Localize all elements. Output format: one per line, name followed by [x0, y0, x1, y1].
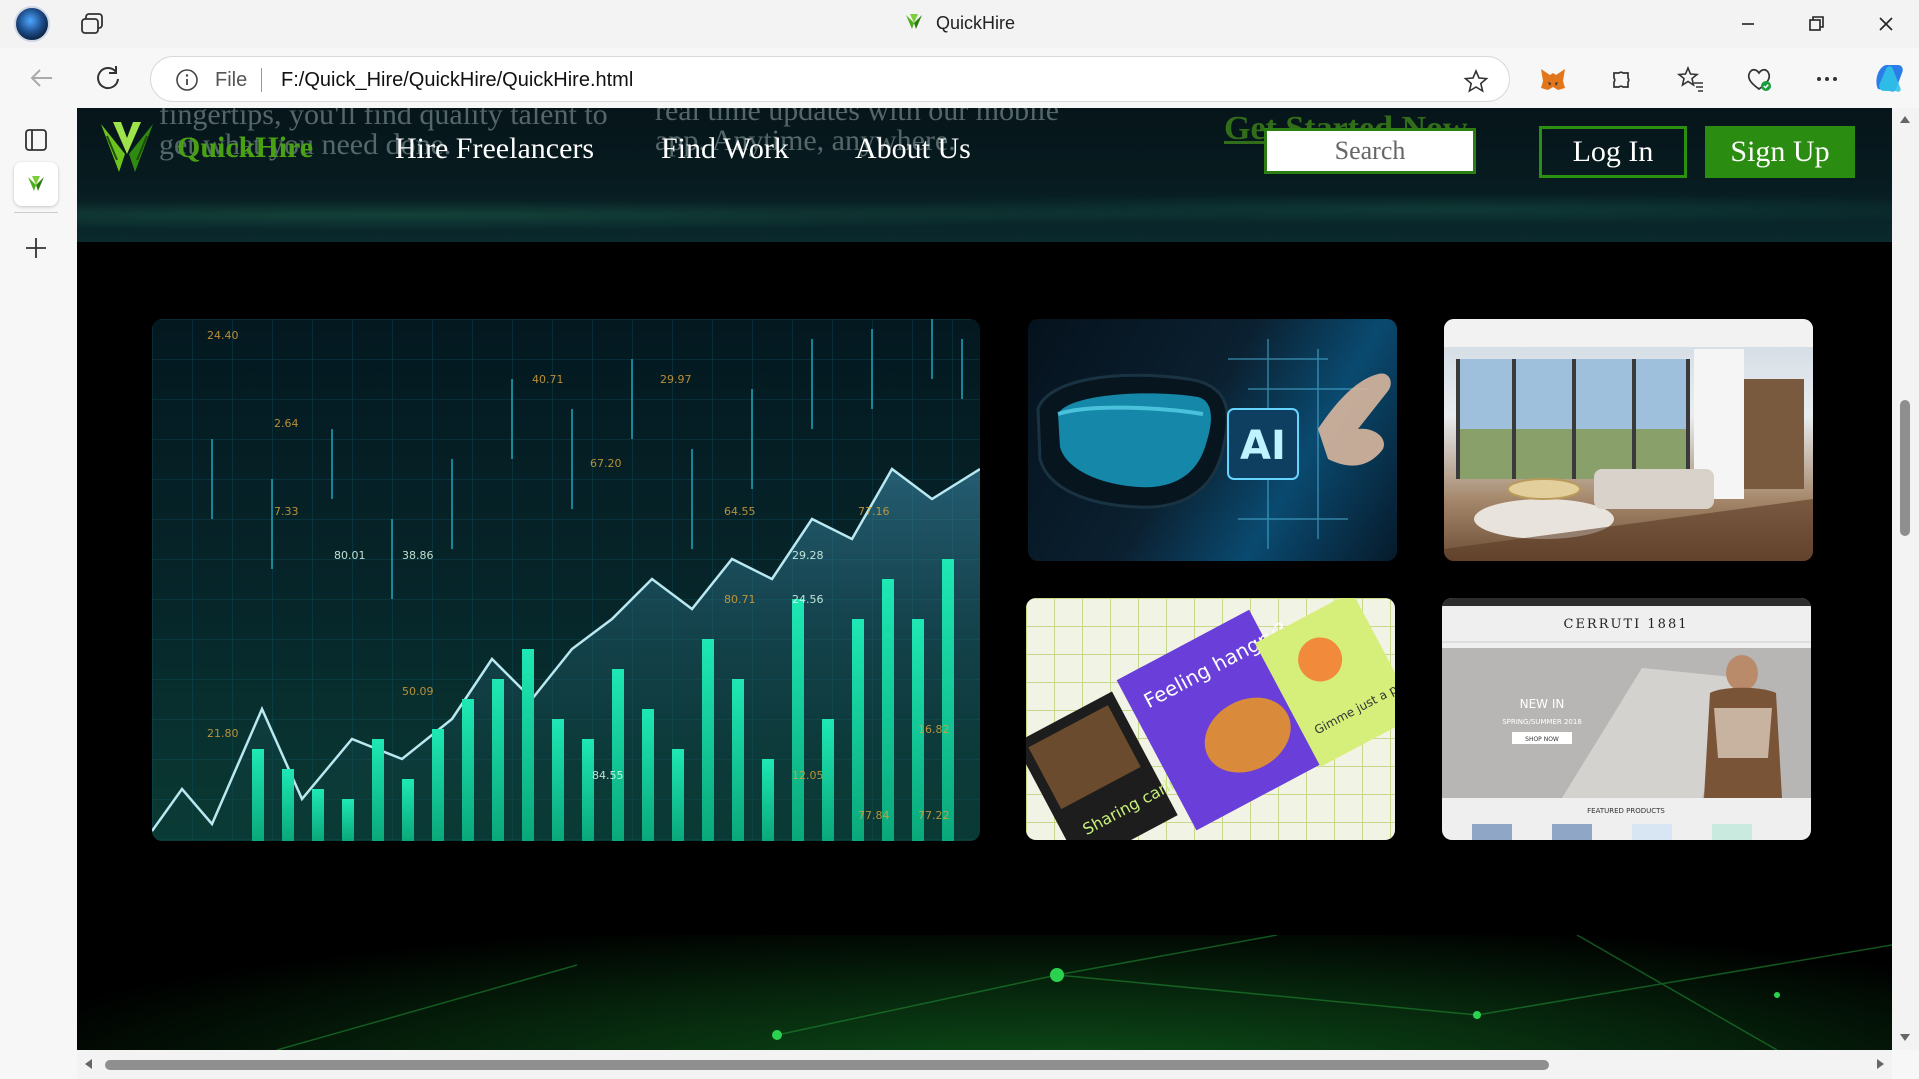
- cerruti-shop-now: SHOP NOW: [1525, 736, 1559, 743]
- browser-essentials-icon[interactable]: [1744, 64, 1774, 94]
- horizontal-scroll-thumb[interactable]: [105, 1060, 1549, 1070]
- chart-label: 80.01: [334, 549, 366, 562]
- chart-label: 24.40: [207, 329, 239, 342]
- scheme-label: File: [215, 69, 248, 91]
- cerruti-featured: FEATURED PRODUCTS: [1587, 807, 1665, 815]
- chart-label: 64.55: [724, 505, 756, 518]
- header-glow: [77, 188, 1892, 242]
- chart-label: 29.97: [660, 373, 692, 386]
- gallery-card-cerruti[interactable]: CERRUTI 1881 NEW IN SPRING/SUMMER 2018 S…: [1442, 598, 1811, 840]
- network-graphic: [276, 934, 1892, 1050]
- site-header: fingertips, you'll find quality talent t…: [77, 108, 1892, 242]
- chart-label: 29.28: [792, 549, 824, 562]
- scroll-down-arrow-icon[interactable]: [1900, 1034, 1910, 1041]
- address-bar[interactable]: File F:/Quick_Hire/QuickHire/QuickHire.h…: [150, 56, 1510, 102]
- vertical-tabs-icon[interactable]: [14, 118, 58, 162]
- site-info-icon[interactable]: [175, 68, 199, 92]
- chart-label: 7.33: [274, 505, 299, 518]
- chart-label: 67.20: [590, 457, 622, 470]
- scroll-right-arrow-icon[interactable]: [1877, 1059, 1884, 1069]
- brand-name[interactable]: QuickHire: [177, 131, 313, 165]
- favorites-icon[interactable]: [1676, 64, 1706, 94]
- ai-glasses-image: AI: [1036, 339, 1391, 549]
- sidebar-divider: [14, 212, 58, 213]
- chart-label: 24.56: [792, 593, 824, 606]
- restore-icon[interactable]: [1802, 10, 1830, 38]
- back-icon[interactable]: [26, 62, 58, 94]
- page-viewport: fingertips, you'll find quality talent t…: [77, 108, 1892, 1050]
- gallery-card-flyers[interactable]: Sharing caring Feeling hangry? Gimme jus…: [1026, 598, 1395, 840]
- horizontal-scrollbar[interactable]: [77, 1050, 1892, 1079]
- cerruti-new-in: NEW IN: [1520, 697, 1565, 711]
- chart-label: 2.64: [274, 417, 299, 430]
- chart-label: 12.05: [792, 769, 824, 782]
- metamask-extension-icon[interactable]: [1538, 64, 1568, 94]
- chart-label: 84.55: [592, 769, 624, 782]
- cerruti-site-image: CERRUTI 1881 NEW IN SPRING/SUMMER 2018 S…: [1442, 598, 1811, 840]
- address-separator: [261, 68, 262, 92]
- nav-about-us[interactable]: About Us: [855, 132, 971, 166]
- gallery-card-interior[interactable]: [1444, 319, 1813, 561]
- minimize-icon[interactable]: [1734, 10, 1762, 38]
- site-favicon-icon: [905, 14, 922, 29]
- chart-label: 77.84: [858, 809, 890, 822]
- vertical-scroll-thumb[interactable]: [1900, 400, 1910, 536]
- chart-label: 38.86: [402, 549, 434, 562]
- new-tab-plus-icon[interactable]: [14, 226, 58, 270]
- browser-toolbar: File F:/Quick_Hire/QuickHire/QuickHire.h…: [0, 48, 1919, 108]
- signup-button[interactable]: Sign Up: [1705, 126, 1855, 178]
- site-favicon-icon: [28, 176, 44, 191]
- nav-hire-freelancers[interactable]: Hire Freelancers: [395, 132, 594, 166]
- tab-title: QuickHire: [935, 13, 1015, 33]
- interior-image: [1444, 319, 1813, 561]
- chart-label: 16.82: [918, 723, 950, 736]
- chart-label: 40.71: [532, 373, 564, 386]
- login-button[interactable]: Log In: [1539, 126, 1687, 178]
- browser-titlebar: QuickHire: [0, 0, 1919, 48]
- chart-label: 21.80: [207, 727, 239, 740]
- ai-label: AI: [1240, 423, 1286, 469]
- stock-chart-image: 24.40 40.71 29.97 2.64 7.33 80.01 38.86 …: [152, 319, 980, 841]
- chart-label: 50.09: [402, 685, 434, 698]
- refresh-icon[interactable]: [92, 62, 124, 94]
- nav-find-work[interactable]: Find Work: [661, 132, 789, 166]
- cerruti-season: SPRING/SUMMER 2018: [1502, 718, 1582, 726]
- cerruti-brand: CERRUTI 1881: [1564, 617, 1689, 632]
- url-text[interactable]: F:/Quick_Hire/QuickHire/QuickHire.html: [281, 69, 633, 92]
- window-title: QuickHire: [0, 12, 1919, 34]
- sidebar-tab-quickhire[interactable]: [14, 162, 58, 206]
- chart-label: 77.16: [858, 505, 890, 518]
- gallery-card-stock-chart[interactable]: 24.40 40.71 29.97 2.64 7.33 80.01 38.86 …: [152, 319, 980, 841]
- browser-sidebar: [0, 108, 77, 1079]
- favorite-star-icon[interactable]: [1463, 68, 1489, 94]
- gallery-card-ai-glasses[interactable]: AI: [1028, 319, 1397, 561]
- quickhire-logo-icon[interactable]: [97, 118, 157, 178]
- more-options-icon[interactable]: [1812, 64, 1842, 94]
- chart-label: 80.71: [724, 593, 756, 606]
- vertical-scrollbar[interactable]: [1892, 108, 1919, 1050]
- footer-background: [77, 934, 1892, 1050]
- scroll-left-arrow-icon[interactable]: [85, 1059, 92, 1069]
- search-input[interactable]: Search: [1264, 128, 1476, 174]
- close-icon[interactable]: [1872, 10, 1900, 38]
- copilot-icon[interactable]: [1872, 61, 1908, 95]
- chart-label: 77.22: [918, 809, 950, 822]
- extensions-icon[interactable]: [1606, 64, 1636, 94]
- scroll-up-arrow-icon[interactable]: [1900, 116, 1910, 123]
- flyers-image: Sharing caring Feeling hangry? Gimme jus…: [1026, 598, 1395, 840]
